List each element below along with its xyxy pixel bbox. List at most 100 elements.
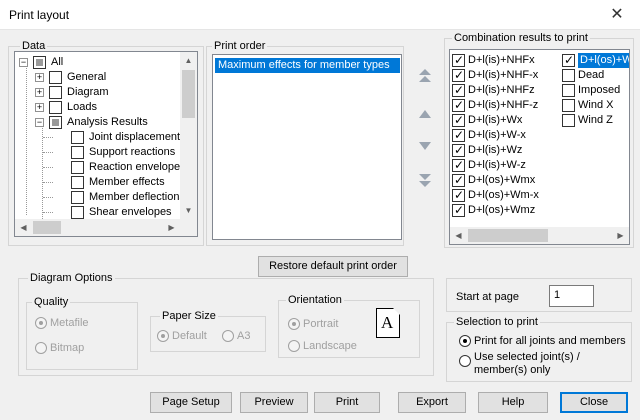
combination-label: Wind Z bbox=[578, 114, 613, 126]
combination-item[interactable]: Imposed bbox=[562, 83, 629, 98]
combination-checkbox[interactable] bbox=[452, 143, 465, 158]
combination-item[interactable]: Wind X bbox=[562, 98, 629, 113]
tree-item-label: General bbox=[67, 71, 107, 83]
combination-item[interactable]: D+l(os)+Wmz bbox=[452, 203, 562, 218]
tree-checkbox[interactable] bbox=[71, 131, 84, 144]
combination-checkbox[interactable] bbox=[452, 158, 465, 173]
tree-item[interactable]: + General bbox=[15, 70, 181, 85]
combination-item[interactable]: D+l(is)+NHF-x bbox=[452, 68, 562, 83]
combination-checkbox[interactable] bbox=[452, 113, 465, 128]
tree-item[interactable]: Reaction envelopes bbox=[15, 160, 186, 175]
scroll-thumb-horizontal[interactable] bbox=[468, 229, 548, 242]
move-bottom-icon[interactable] bbox=[414, 172, 436, 194]
tree-item[interactable]: Member deflections(I bbox=[15, 190, 192, 205]
print-order-item[interactable]: Maximum effects for member types bbox=[215, 58, 400, 73]
combination-checkbox[interactable] bbox=[452, 173, 465, 188]
combination-item[interactable]: D+l(is)+Wx bbox=[452, 113, 562, 128]
close-icon[interactable]: ✕ bbox=[606, 4, 628, 26]
scroll-right-icon[interactable]: ▶ bbox=[612, 227, 629, 244]
tree-item[interactable]: − All bbox=[15, 55, 181, 70]
tree-vertical-scrollbar[interactable]: ▲ ▼ bbox=[180, 52, 197, 219]
scroll-down-icon[interactable]: ▼ bbox=[180, 202, 197, 219]
print-order-list[interactable]: Maximum effects for member types bbox=[212, 54, 402, 240]
landscape-radio[interactable] bbox=[288, 340, 300, 352]
tree-item-label: Diagram bbox=[67, 86, 109, 98]
combination-item[interactable]: D+l(is)+NHF-z bbox=[452, 98, 562, 113]
export-button[interactable]: Export bbox=[398, 392, 466, 413]
tree-item[interactable]: − Analysis Results bbox=[15, 115, 181, 130]
combination-checkbox[interactable] bbox=[452, 128, 465, 143]
combination-item[interactable]: D+l(os)+Wm bbox=[562, 53, 629, 68]
print-button[interactable]: Print bbox=[314, 392, 380, 413]
tree-checkbox[interactable] bbox=[71, 206, 84, 219]
combination-item[interactable]: D+l(is)+W-z bbox=[452, 158, 562, 173]
tree-checkbox[interactable] bbox=[71, 176, 84, 189]
tree-checkbox[interactable] bbox=[33, 56, 46, 69]
tree-item[interactable]: Member effects bbox=[15, 175, 181, 190]
scroll-left-icon[interactable]: ◀ bbox=[450, 227, 467, 244]
tree-checkbox[interactable] bbox=[49, 71, 62, 84]
print-selected-radio[interactable] bbox=[459, 355, 471, 367]
scroll-up-icon[interactable]: ▲ bbox=[180, 52, 197, 69]
bitmap-radio[interactable] bbox=[35, 342, 47, 354]
combination-checkbox[interactable] bbox=[452, 68, 465, 83]
restore-default-button[interactable]: Restore default print order bbox=[258, 256, 408, 277]
combination-checkbox[interactable] bbox=[452, 203, 465, 218]
portrait-radio[interactable] bbox=[288, 318, 300, 330]
expand-icon[interactable]: + bbox=[35, 88, 44, 97]
tree-item[interactable]: Shear envelopes bbox=[15, 205, 181, 220]
combination-checkbox[interactable] bbox=[452, 53, 465, 68]
combination-item[interactable]: D+l(is)+W-x bbox=[452, 128, 562, 143]
combination-item[interactable]: Wind Z bbox=[562, 113, 629, 128]
collapse-icon[interactable]: − bbox=[19, 58, 28, 67]
combination-checkbox[interactable] bbox=[562, 84, 575, 97]
tree-item[interactable]: + Diagram bbox=[15, 85, 181, 100]
combination-checkbox[interactable] bbox=[452, 188, 465, 203]
metafile-radio[interactable] bbox=[35, 317, 47, 329]
move-top-icon[interactable] bbox=[414, 68, 436, 90]
tree-checkbox[interactable] bbox=[71, 146, 84, 159]
move-down-icon[interactable] bbox=[414, 136, 436, 158]
tree-horizontal-scrollbar[interactable]: ◀ ▶ bbox=[15, 219, 180, 236]
page-setup-button[interactable]: Page Setup bbox=[150, 392, 232, 413]
tree-item[interactable]: + Loads bbox=[15, 100, 181, 115]
move-up-icon[interactable] bbox=[414, 104, 436, 126]
tree-checkbox[interactable] bbox=[71, 161, 84, 174]
combination-checkbox[interactable] bbox=[562, 53, 575, 68]
close-button[interactable]: Close bbox=[560, 392, 628, 413]
data-tree[interactable]: − All + General + Diagram + Loads − Analysis Resu… bbox=[14, 51, 198, 237]
combination-checkbox[interactable] bbox=[562, 99, 575, 112]
tree-item[interactable]: Support reactions bbox=[15, 145, 181, 160]
combination-list[interactable]: D+l(is)+NHFx D+l(is)+NHF-x D+l(is)+NHFz D+l… bbox=[449, 49, 630, 245]
scroll-thumb-horizontal[interactable] bbox=[33, 221, 61, 234]
combination-checkbox[interactable] bbox=[452, 98, 465, 113]
tree-item[interactable]: Joint displacements bbox=[15, 130, 186, 145]
scroll-right-icon[interactable]: ▶ bbox=[163, 219, 180, 236]
combination-horizontal-scrollbar[interactable]: ◀ ▶ bbox=[450, 227, 629, 244]
tree-checkbox[interactable] bbox=[71, 191, 84, 204]
combination-item[interactable]: D+l(is)+NHFx bbox=[452, 53, 562, 68]
a3-paper-radio[interactable] bbox=[222, 330, 234, 342]
expand-icon[interactable]: + bbox=[35, 73, 44, 82]
combination-checkbox[interactable] bbox=[452, 83, 465, 98]
preview-button[interactable]: Preview bbox=[240, 392, 308, 413]
combination-item[interactable]: D+l(is)+NHFz bbox=[452, 83, 562, 98]
combination-item[interactable]: Dead bbox=[562, 68, 629, 83]
tree-checkbox[interactable] bbox=[49, 116, 62, 129]
tree-checkbox[interactable] bbox=[49, 101, 62, 114]
combination-item[interactable]: D+l(os)+Wm-x bbox=[452, 188, 562, 203]
tree-checkbox[interactable] bbox=[49, 86, 62, 99]
combination-checkbox[interactable] bbox=[562, 114, 575, 127]
combination-checkbox[interactable] bbox=[562, 69, 575, 82]
collapse-icon[interactable]: − bbox=[35, 118, 44, 127]
scroll-left-icon[interactable]: ◀ bbox=[15, 219, 32, 236]
default-paper-radio[interactable] bbox=[157, 330, 169, 342]
combination-item[interactable]: D+l(is)+Wz bbox=[452, 143, 562, 158]
combination-item[interactable]: D+l(os)+Wmx bbox=[452, 173, 562, 188]
print-all-radio[interactable] bbox=[459, 335, 471, 347]
scroll-thumb[interactable] bbox=[182, 70, 195, 118]
start-page-input[interactable]: 1 bbox=[549, 285, 594, 307]
combination-label: D+l(os)+Wm bbox=[578, 53, 629, 68]
help-button[interactable]: Help bbox=[478, 392, 548, 413]
expand-icon[interactable]: + bbox=[35, 103, 44, 112]
